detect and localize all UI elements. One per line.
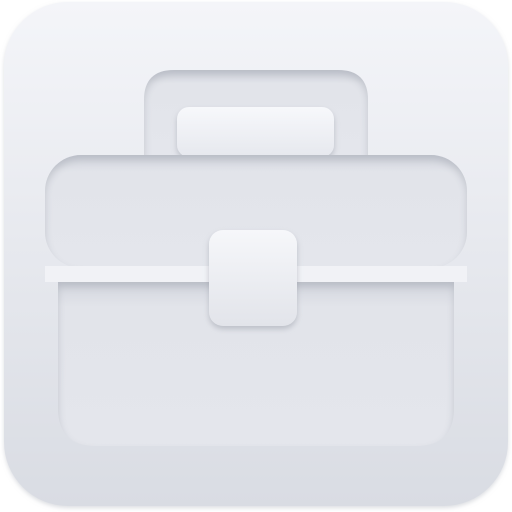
- briefcase-clasp: [209, 230, 297, 326]
- app-icon-canvas: [0, 0, 512, 512]
- briefcase-icon[interactable]: [0, 0, 512, 512]
- handle-grip: [177, 107, 334, 157]
